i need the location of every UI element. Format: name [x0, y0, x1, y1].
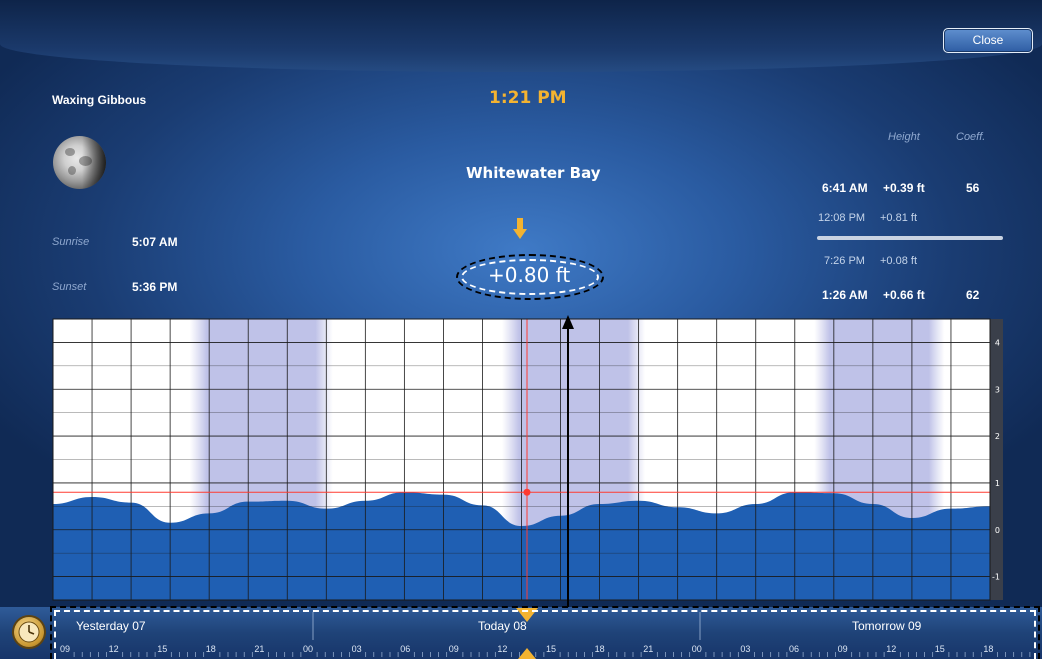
clock-icon[interactable]: [14, 617, 44, 647]
tide-chart[interactable]: 4 3 2 1 0 -1: [0, 0, 1042, 659]
y-tick-label: 0: [995, 526, 1000, 535]
y-tick-label: 4: [995, 338, 1000, 347]
y-tick-label: 1: [995, 479, 1000, 488]
y-tick-label: 3: [995, 385, 1000, 394]
y-tick-label: -1: [992, 573, 1000, 582]
tide-window: Close Waxing Gibbous Sunrise 5:07 AM Sun…: [0, 0, 1042, 659]
timeline-callout-inner: [54, 610, 1036, 659]
y-axis-strip: [990, 319, 1003, 600]
current-point: [523, 488, 531, 496]
y-tick-label: 2: [995, 432, 1000, 441]
